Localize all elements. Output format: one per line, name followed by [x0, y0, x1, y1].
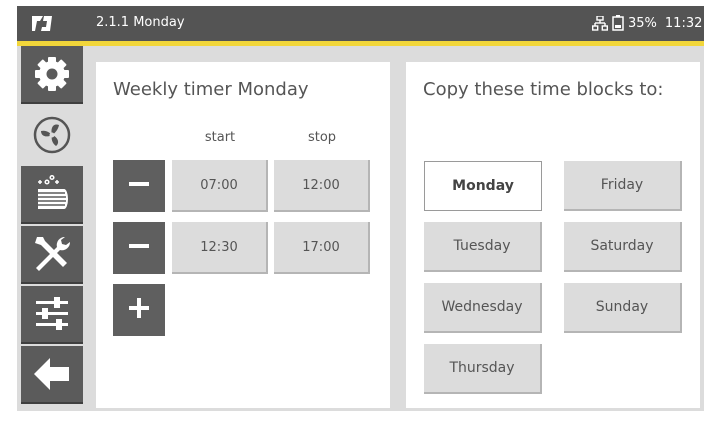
day-button-friday[interactable]: Friday [564, 161, 682, 211]
clock: 11:32 [664, 15, 703, 31]
sliders-icon [32, 294, 72, 334]
day-button-saturday[interactable]: Saturday [564, 222, 682, 272]
status-area: 35% 11:32 [592, 15, 702, 31]
sidebar-item-adjustments[interactable] [21, 286, 83, 344]
battery-icon [612, 15, 624, 31]
add-block-button[interactable] [113, 284, 165, 336]
day-button-tuesday[interactable]: Tuesday [424, 222, 542, 272]
stop-column-header: stop [307, 130, 337, 145]
sidebar-item-back[interactable] [21, 346, 83, 404]
network-icon [592, 15, 608, 31]
breadcrumb: 2.1.1 Monday [96, 15, 185, 30]
minus-icon [128, 235, 150, 261]
day-button-monday[interactable]: Monday [424, 161, 542, 211]
start-time-field[interactable]: 07:00 [172, 160, 268, 212]
accent-line [17, 41, 704, 46]
stop-time-field[interactable]: 17:00 [274, 222, 370, 274]
tools-icon [31, 233, 73, 275]
logo-icon [31, 14, 53, 33]
sidebar-item-service[interactable] [21, 226, 83, 284]
filter-icon [32, 174, 72, 214]
weekly-timer-panel: Weekly timer Monday start stop 07:00 12:… [96, 62, 390, 408]
timer-title: Weekly timer Monday [113, 79, 309, 100]
stop-time-field[interactable]: 12:00 [274, 160, 370, 212]
copy-title: Copy these time blocks to: [423, 79, 664, 100]
remove-block-button[interactable] [113, 222, 165, 274]
back-arrow-icon [32, 354, 72, 394]
start-time-field[interactable]: 12:30 [172, 222, 268, 274]
device-screen: 2.1.1 Monday 35% 11:32 Weekly timer Mond… [17, 6, 704, 411]
gear-icon [33, 55, 71, 93]
minus-icon [128, 173, 150, 199]
remove-block-button[interactable] [113, 160, 165, 212]
top-bar: 2.1.1 Monday 35% 11:32 [17, 6, 704, 41]
start-column-header: start [204, 130, 236, 145]
day-button-thursday[interactable]: Thursday [424, 344, 542, 394]
day-button-sunday[interactable]: Sunday [564, 283, 682, 333]
copy-blocks-panel: Copy these time blocks to: Monday Tuesda… [406, 62, 700, 408]
sidebar-item-settings[interactable] [21, 46, 83, 104]
sidebar-item-filter[interactable] [21, 166, 83, 224]
day-button-wednesday[interactable]: Wednesday [424, 283, 542, 333]
sidebar-item-ventilation[interactable] [21, 106, 83, 164]
plus-icon [128, 297, 150, 323]
battery-percent: 35% [628, 15, 657, 31]
sidebar [17, 46, 83, 411]
fan-icon [32, 115, 72, 155]
